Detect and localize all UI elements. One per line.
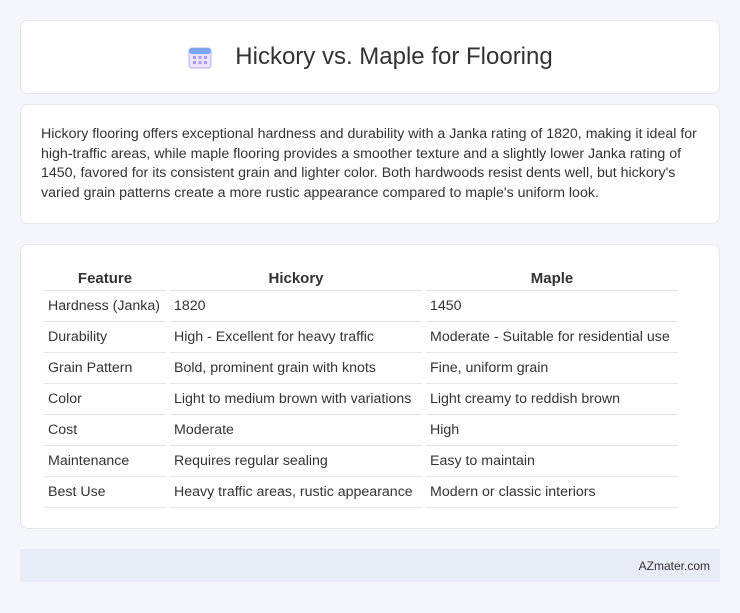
cell-hickory: Moderate: [170, 415, 422, 446]
cell-hickory: 1820: [170, 291, 422, 322]
cell-maple: High: [426, 415, 678, 446]
intro-text: Hickory flooring offers exceptional hard…: [41, 126, 697, 201]
cell-hickory: Requires regular sealing: [170, 446, 422, 477]
cell-hickory: Light to medium brown with variations: [170, 384, 422, 415]
cell-maple: Moderate - Suitable for residential use: [426, 322, 678, 353]
cell-feature: Maintenance: [44, 446, 166, 477]
cell-maple: Modern or classic interiors: [426, 477, 678, 508]
comparison-table: Feature Hickory Maple Hardness (Janka) 1…: [40, 267, 682, 508]
cell-feature: Grain Pattern: [44, 353, 166, 384]
header-maple: Maple: [426, 267, 678, 291]
table-row: Hardness (Janka) 1820 1450: [44, 291, 678, 322]
cell-hickory: Bold, prominent grain with knots: [170, 353, 422, 384]
cell-maple: Easy to maintain: [426, 446, 678, 477]
cell-feature: Color: [44, 384, 166, 415]
cell-feature: Cost: [44, 415, 166, 446]
table-row: Grain Pattern Bold, prominent grain with…: [44, 353, 678, 384]
table-row: Best Use Heavy traffic areas, rustic app…: [44, 477, 678, 508]
intro-card: Hickory flooring offers exceptional hard…: [20, 104, 720, 224]
cell-hickory: High - Excellent for heavy traffic: [170, 322, 422, 353]
cell-feature: Hardness (Janka): [44, 291, 166, 322]
table-row: Maintenance Requires regular sealing Eas…: [44, 446, 678, 477]
table-card: Feature Hickory Maple Hardness (Janka) 1…: [20, 244, 720, 529]
cell-feature: Best Use: [44, 477, 166, 508]
table-row: Color Light to medium brown with variati…: [44, 384, 678, 415]
header-hickory: Hickory: [170, 267, 422, 291]
table-row: Cost Moderate High: [44, 415, 678, 446]
cell-maple: 1450: [426, 291, 678, 322]
page-title: Hickory vs. Maple for Flooring: [235, 43, 553, 70]
cell-maple: Fine, uniform grain: [426, 353, 678, 384]
header-feature: Feature: [44, 267, 166, 291]
table-row: Durability High - Excellent for heavy tr…: [44, 322, 678, 353]
cell-hickory: Heavy traffic areas, rustic appearance: [170, 477, 422, 508]
calendar-icon: [187, 44, 213, 70]
table-header-row: Feature Hickory Maple: [44, 267, 678, 291]
title-card: Hickory vs. Maple for Flooring: [20, 20, 720, 94]
footer: AZmater.com: [20, 549, 720, 582]
footer-brand[interactable]: AZmater.com: [639, 559, 710, 573]
cell-maple: Light creamy to reddish brown: [426, 384, 678, 415]
cell-feature: Durability: [44, 322, 166, 353]
